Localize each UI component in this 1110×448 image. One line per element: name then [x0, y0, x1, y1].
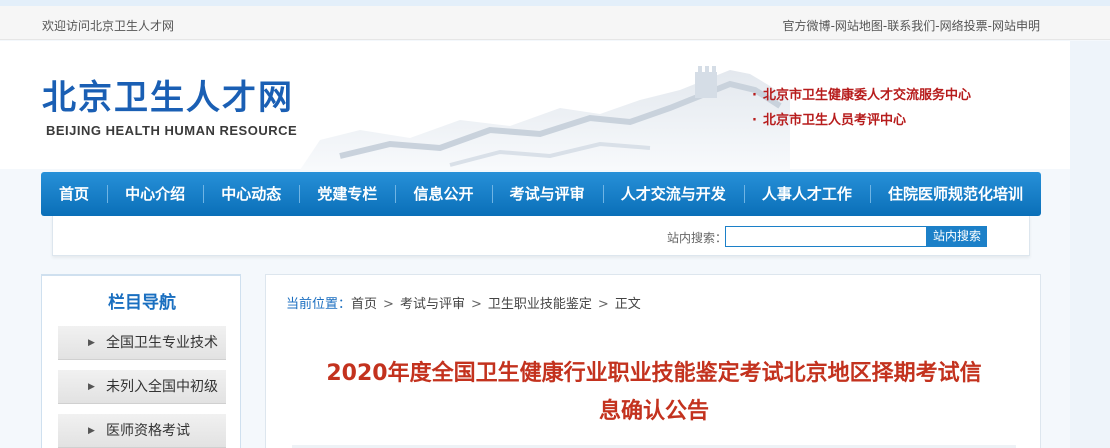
top-bar: 欢迎访问北京卫生人才网 官方微博-网站地图-联系我们-网络投票-网站申明	[0, 6, 1110, 40]
breadcrumb-exams[interactable]: 考试与评审	[400, 297, 465, 312]
org-links: · 北京市卫生健康委人才交流服务中心 · 北京市卫生人员考评中心	[752, 84, 971, 134]
breadcrumb-skill-appraisal[interactable]: 卫生职业技能鉴定	[488, 297, 592, 312]
top-link-vote[interactable]: 网络投票	[940, 19, 988, 33]
site-logo-subtitle: BEIJING HEALTH HUMAN RESOURCE	[46, 123, 298, 138]
bullet-icon: ·	[752, 88, 757, 103]
welcome-text: 欢迎访问北京卫生人才网	[42, 19, 175, 33]
org-link-label: 北京市卫生健康委人才交流服务中心	[762, 88, 971, 103]
search-label: 站内搜索：	[667, 231, 728, 245]
breadcrumb: 当前位置：首页 > 考试与评审 > 卫生职业技能鉴定 > 正文	[286, 293, 641, 312]
nav-item-party[interactable]: 党建专栏	[299, 172, 395, 216]
breadcrumb-separator: >	[597, 297, 609, 312]
triangle-right-icon: ▶	[88, 382, 95, 392]
main-content: 当前位置：首页 > 考试与评审 > 卫生职业技能鉴定 > 正文 2020年度全国卫生健康行业…	[265, 274, 1041, 448]
site-logo-title[interactable]: 北京卫生人才网	[42, 78, 294, 118]
sidebar-item-non-national[interactable]: ▶ 未列入全国中初级	[58, 370, 226, 404]
nav-item-home[interactable]: 首页	[41, 172, 107, 216]
breadcrumb-article: 正文	[614, 297, 641, 312]
sidebar-item-label: 全国卫生专业技术	[106, 335, 218, 351]
sidebar-item-label: 医师资格考试	[106, 423, 190, 439]
nav-item-residency-training[interactable]: 住院医师规范化培训	[870, 172, 1041, 216]
sidebar-item-label: 未列入全国中初级	[106, 379, 218, 395]
article-title: 2020年度全国卫生健康行业职业技能鉴定考试北京地区择期考试信 息确认公告	[286, 355, 1022, 431]
search-bar: 站内搜索： 站内搜索	[52, 216, 1030, 256]
breadcrumb-home[interactable]: 首页	[351, 297, 377, 312]
sidebar-item-national-technical[interactable]: ▶ 全国卫生专业技术	[58, 326, 226, 360]
top-link-sitemap[interactable]: 网站地图	[835, 19, 883, 33]
top-links: 官方微博-网站地图-联系我们-网络投票-网站申明	[783, 17, 1040, 34]
article-title-line: 2020年度全国卫生健康行业职业技能鉴定考试北京地区择期考试信	[326, 361, 982, 386]
bullet-icon: ·	[752, 113, 757, 128]
sidebar-item-physician-exam[interactable]: ▶ 医师资格考试	[58, 414, 226, 448]
sidebar-nav: 栏目导航 ▶ 全国卫生专业技术 ▶ 未列入全国中初级 ▶ 医师资格考试	[41, 274, 241, 448]
org-link-talent-center[interactable]: · 北京市卫生健康委人才交流服务中心	[752, 84, 971, 109]
nav-item-hr-work[interactable]: 人事人才工作	[744, 172, 870, 216]
breadcrumb-current-label: 当前位置：	[286, 297, 352, 312]
nav-item-news[interactable]: 中心动态	[203, 172, 299, 216]
top-link-contact[interactable]: 联系我们	[887, 19, 935, 33]
nav-item-exams[interactable]: 考试与评审	[492, 172, 603, 216]
right-gutter	[1070, 41, 1110, 448]
great-wall-banner-image	[300, 66, 790, 170]
main-nav: 首页 中心介绍 中心动态 党建专栏 信息公开 考试与评审 人才交流与开发 人事人…	[41, 172, 1041, 216]
org-link-label: 北京市卫生人员考评中心	[762, 113, 906, 128]
article-title-line: 息确认公告	[598, 399, 709, 424]
top-link-statement[interactable]: 网站申明	[992, 19, 1040, 33]
triangle-right-icon: ▶	[88, 338, 95, 348]
nav-item-disclosure[interactable]: 信息公开	[396, 172, 492, 216]
triangle-right-icon: ▶	[88, 426, 95, 436]
nav-item-about[interactable]: 中心介绍	[107, 172, 203, 216]
top-link-weibo[interactable]: 官方微博	[783, 19, 831, 33]
search-button[interactable]: 站内搜索	[927, 226, 987, 247]
sidebar-title: 栏目导航	[108, 293, 176, 313]
breadcrumb-separator: >	[470, 297, 482, 312]
org-link-evaluation-center[interactable]: · 北京市卫生人员考评中心	[752, 109, 971, 134]
search-input[interactable]	[725, 226, 927, 247]
breadcrumb-separator: >	[383, 297, 394, 312]
nav-item-talent-exchange[interactable]: 人才交流与开发	[603, 172, 744, 216]
